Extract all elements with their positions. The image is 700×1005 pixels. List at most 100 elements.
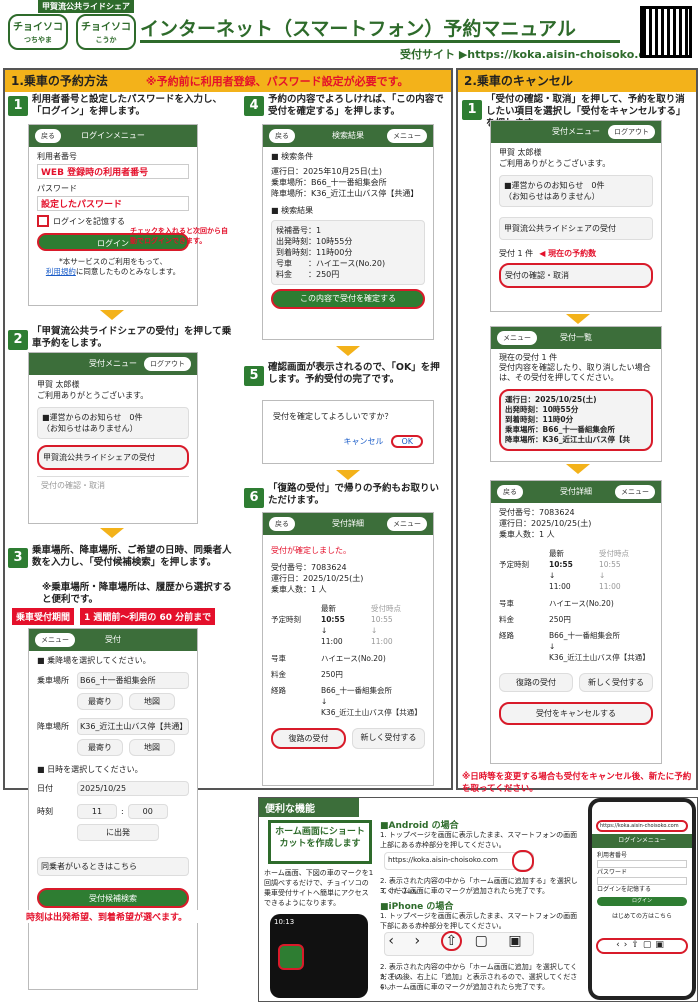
cancel-booking-button[interactable]: 受付をキャンセルする [499,702,653,725]
confirm-button[interactable]: この内容で受付を確定する [271,289,425,309]
step-3-badge: 3 [8,548,28,568]
booking-list-item[interactable]: 運行日：2025/10/25(土) 出発時刻：10時55分 到着時刻：11時0分 乗車… [499,389,653,451]
qr-code-icon[interactable] [640,6,692,58]
iphone-step-4: 4. ホーム画面に車のマークが追加されたら完了です。 [380,983,549,991]
step-3-text: 乗車場所、降車場所、ご希望の日時、同乗者人数を入力し、「受付候補検索」を押します… [32,545,232,568]
map-button[interactable]: 地図 [129,693,175,710]
step-4-text: 予約の内容でよろしければ、「この内容で受付を確定する」を押します。 [268,94,444,117]
info-sub: （お知らせはありません） [42,424,138,433]
menu-button[interactable]: メニュー [387,129,427,143]
screen-title: 受付詳細 [332,519,364,528]
list-screen: メニュー 受付一覧 現在の受付 1 件受付内容を確認したり、取り消したい場合は、そ… [490,326,662,462]
cancel-note: ※日時等を変更する場合も受付をキャンセル後、新たに予約を取ってください。 [462,772,692,794]
safari-toolbar: ‹ › ⇧ ▢ ▣ [384,931,534,956]
phone-browser-mock: https://koka.aisin-choisoko.com ログインメニュー… [588,798,696,1000]
result-heading: ■ 検索結果 [271,206,314,215]
mock-login-button[interactable]: ログイン [597,897,687,906]
booking-count: 受付 1 件 [499,249,534,258]
android-step-1: 1. トップページを画面に表示したまま、スマートフォンの画面上部にある赤枠部分を… [380,831,578,849]
menu-button[interactable]: メニュー [35,633,75,647]
condition-heading: ■ 検索条件 [271,152,314,161]
screen-title: ログインメニュー [81,131,145,140]
shortcut-desc: ホーム画面、下図の車のマークを1回調べするだけで、チョイソコの乗車受付サイトへ簡… [264,869,374,907]
mock-login-title: ログインメニュー [592,834,692,848]
iphone-step-1: 1. トップページを画面に表示したまま、スマートフォンの画面下部にある赤枠部分を… [380,912,578,930]
shortcut-box: ホーム画面にショートカットを作成します [268,820,372,864]
step-5-text: 確認画面が表示されるので、「OK」を押します。予約受付の完了です。 [268,362,440,385]
remember-checkbox[interactable] [37,215,49,227]
first-time-link[interactable]: はじめての方はこちら [597,912,687,921]
check-cancel-button[interactable]: 受付の確認・取消 [37,476,189,494]
cancel-detail-screen: 戻る 受付詳細 メニュー 受付番号：7083624 運行日：2025/10/25(土)… [490,480,662,764]
logout-button[interactable]: ログアウト [608,125,655,139]
time-label: 時刻 [37,807,53,816]
android-step-3: 3. ホーム画面に車のマークが追加されたら完了です。 [380,887,549,895]
menu-screen: 受付メニュー ログアウト 甲賀 太郎様 ご利用ありがとうございます。 ■運営からの… [28,352,198,524]
page-title: インターネット（スマートフォン）予約マニュアル [140,18,576,40]
result-screen: 戻る 検索結果 メニュー ■ 検索条件 運行日：2025年10月25日(土) 乗車場… [262,124,434,340]
ride-share-button[interactable]: 甲賀流公共ライドシェアの受付 [499,217,653,240]
step-1-text: 利用者番号と設定したパスワードを入力し、「ログイン」を押します。 [32,94,223,117]
ride-share-button[interactable]: 甲賀流公共ライドシェアの受付 [37,445,189,470]
back-button[interactable]: 戻る [269,129,295,143]
arrow-down-icon [566,464,590,474]
menu-button[interactable]: メニュー [497,331,537,345]
mock-toolbar: ‹›⇧▢▣ [596,938,688,954]
login-screen: 戻る ログインメニュー 利用者番号 WEB 登録時の利用者番号 パスワード 設定し… [28,124,198,306]
nearest-button[interactable]: 最寄り [77,693,123,710]
arrow-down-icon [336,346,360,356]
back-button[interactable]: 戻る [497,485,523,499]
screen-title: 受付詳細 [560,487,592,496]
stop-heading: ■ 乗降場を選択してください。 [37,656,151,665]
companion-toggle[interactable]: 同乗者がいるときはこちら [37,857,189,876]
dialog-cancel[interactable]: キャンセル [343,437,383,446]
dialog-message: 受付を確定してよろしいですか？ [273,412,393,421]
period-label: 乗車受付期間 [12,608,75,625]
date-heading: ■ 日時を選択してください。 [37,765,143,774]
hour-select[interactable]: 11 [77,804,117,819]
new-booking-button[interactable]: 新しく受付する [579,673,653,692]
time-note: 時刻は出発希望、到着希望が選べます。 [26,910,226,923]
terms-link[interactable]: 利用規約 [46,267,76,276]
mock-url-bar[interactable]: https://koka.aisin-choisoko.com [596,820,688,832]
date-field[interactable]: 2025/10/25 [77,781,189,796]
arrow-down-icon [100,528,124,538]
section-cancel-heading: 2.乗車のキャンセル [458,70,696,92]
pickup-label: 乗車場所 [37,676,69,685]
menu-button[interactable]: メニュー [387,517,427,531]
departure-select[interactable]: に出発 [77,824,159,841]
step-2-badge: 2 [8,330,28,350]
welcome-text: ご利用ありがとうございます。 [37,391,149,400]
return-trip-button[interactable]: 復路の受付 [271,728,346,749]
screen-title: 受付一覧 [560,333,592,342]
back-button[interactable]: 戻る [269,517,295,531]
user-name: 甲賀 太郎様 [37,380,80,389]
pw-field[interactable]: 設定したパスワード [37,196,189,211]
share-icon[interactable]: ⇧ [440,931,463,951]
site-url[interactable]: 受付サイト ▶https://koka.aisin-choisoko.com [400,46,664,62]
logout-button[interactable]: ログアウト [144,357,191,371]
map-button[interactable]: 地図 [129,739,175,756]
pickup-field[interactable]: B66_十一番組集会所 [77,672,189,689]
step-5-badge: 5 [244,366,264,386]
dialog-ok[interactable]: OK [391,435,423,448]
menu-button[interactable]: メニュー [615,485,655,499]
menu-dots-icon[interactable] [512,850,534,872]
booking-screen: メニュー 受付 ■ 乗降場を選択してください。 乗車場所 B66_十一番組集会所 最… [28,628,198,990]
return-trip-button[interactable]: 復路の受付 [499,673,573,692]
car-shortcut-icon[interactable] [278,944,304,970]
screen-title: 受付メニュー [552,127,600,136]
id-label: 利用者番号 [37,152,77,161]
result-card[interactable]: 候補番号：1 出発時刻：10時55分 到着時刻：11時00分 号車 ：ハイエース(No… [271,220,425,285]
nearest-button[interactable]: 最寄り [77,739,123,756]
back-button[interactable]: 戻る [35,129,61,143]
new-booking-button[interactable]: 新しく受付する [352,728,425,749]
step-3-note: ※乗車場所・降車場所は、履歴から選択すると便利です。 [42,582,232,605]
search-button[interactable]: 受付候補検索 [37,888,189,908]
check-cancel-button[interactable]: 受付の確認・取消 [499,263,653,288]
date-label: 日付 [37,784,53,793]
arrow-down-icon [100,310,124,320]
minute-select[interactable]: 00 [127,804,168,819]
id-field[interactable]: WEB 登録時の利用者番号 [37,164,189,179]
dropoff-field[interactable]: K36_近江土山バス停【共通】 [77,718,189,735]
